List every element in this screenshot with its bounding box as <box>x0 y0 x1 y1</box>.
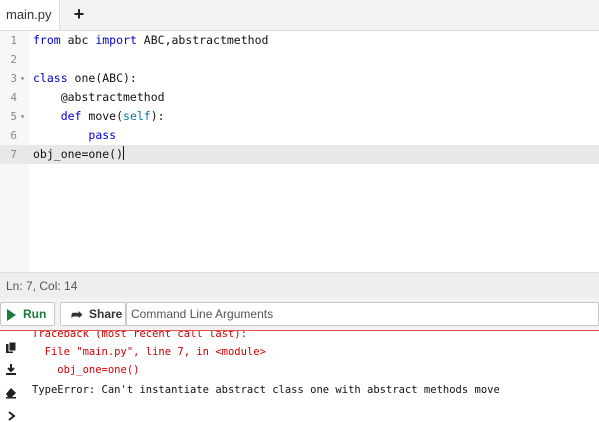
cursor-position: Ln: 7, Col: 14 <box>6 279 78 293</box>
code-text: def move(self): <box>60 109 165 123</box>
chevron-right-icon[interactable] <box>4 409 18 422</box>
line-number: 6 <box>10 129 17 142</box>
tab-bar: main.py + <box>0 0 599 31</box>
share-button[interactable]: ➦ Share <box>60 302 126 326</box>
text-cursor <box>123 146 125 160</box>
tab-label: main.py <box>6 7 52 22</box>
run-button[interactable]: Run <box>0 302 55 326</box>
plus-icon: + <box>73 4 85 24</box>
download-icon[interactable] <box>4 363 18 377</box>
code-editor[interactable]: 1 from abc import ABC,abstractmethod 2 3… <box>0 31 599 272</box>
play-icon <box>7 309 16 321</box>
copy-icon[interactable] <box>4 341 18 355</box>
output-line: Traceback (most recent call last): <box>32 330 247 340</box>
output-line: TypeError: Can't instantiate abstract cl… <box>32 384 500 396</box>
code-text: obj_one=one() <box>33 146 125 161</box>
code-line-1[interactable]: 1 from abc import ABC,abstractmethod <box>0 31 599 50</box>
share-label: Share <box>89 307 123 321</box>
line-number: 4 <box>10 91 17 104</box>
fold-arrow-icon[interactable]: ▾ <box>18 69 27 88</box>
output-line: obj_one=one() <box>32 364 140 376</box>
code-text: @abstractmethod <box>33 90 165 104</box>
add-tab-button[interactable]: + <box>66 0 92 30</box>
code-text: from abc import ABC,abstractmethod <box>33 33 269 47</box>
line-number: 7 <box>10 148 17 161</box>
status-bar: Ln: 7, Col: 14 <box>0 272 599 298</box>
output-console[interactable]: Traceback (most recent call last): File … <box>0 330 599 422</box>
command-line-arguments-input[interactable] <box>126 302 599 326</box>
line-number: 1 <box>10 34 17 47</box>
run-label: Run <box>23 307 47 321</box>
tab-main-py[interactable]: main.py <box>0 0 60 30</box>
code-line-4[interactable]: 4 @abstractmethod <box>0 88 599 107</box>
line-number: 5 <box>10 110 17 123</box>
code-text: pass <box>88 128 117 142</box>
code-line-3[interactable]: 3 ▾ class one(ABC): <box>0 69 599 88</box>
fold-arrow-icon[interactable]: ▾ <box>18 107 27 126</box>
output-line: File "main.py", line 7, in <module> <box>32 346 266 358</box>
eraser-icon[interactable] <box>4 385 18 399</box>
line-number: 3 <box>10 72 17 85</box>
share-arrow-icon: ➦ <box>71 306 83 322</box>
line-number: 2 <box>10 53 17 66</box>
run-toolbar: Run ➦ Share <box>0 298 599 330</box>
code-line-2[interactable]: 2 <box>0 50 599 69</box>
code-line-7[interactable]: 7 obj_one=one() <box>0 145 599 164</box>
code-line-6[interactable]: 6 pass <box>0 126 599 145</box>
console-side-toolbar <box>0 331 24 422</box>
code-line-5[interactable]: 5 ▾ def move(self): <box>0 107 599 126</box>
code-text: class one(ABC): <box>33 71 137 85</box>
